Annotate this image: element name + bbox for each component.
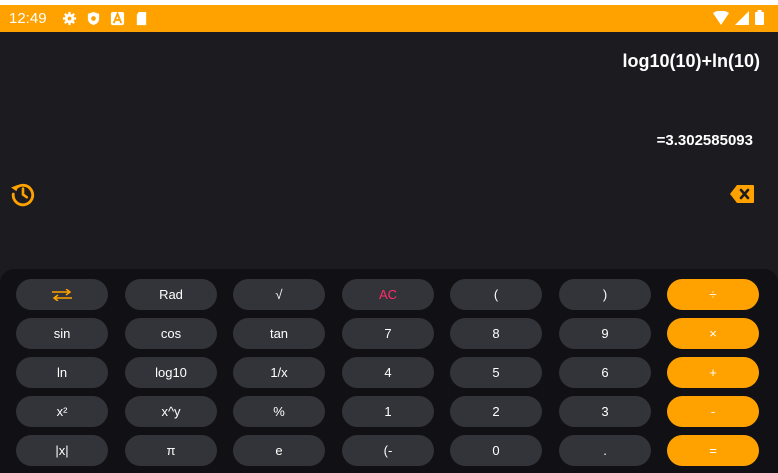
- signal-icon: [735, 10, 749, 25]
- gear-icon: [62, 11, 77, 26]
- digit-3-button[interactable]: 3: [559, 396, 651, 427]
- right-paren-button[interactable]: ): [559, 279, 651, 310]
- digit-8-button[interactable]: 8: [450, 318, 542, 349]
- swap-functions-button[interactable]: [16, 279, 108, 310]
- digit-0-button[interactable]: 0: [450, 435, 542, 466]
- digit-4-button[interactable]: 4: [342, 357, 434, 388]
- plus-button[interactable]: +: [667, 357, 759, 388]
- sd-card-icon: [136, 11, 147, 26]
- decimal-point-button[interactable]: .: [559, 435, 651, 466]
- abs-button[interactable]: |x|: [16, 435, 108, 466]
- e-button[interactable]: e: [233, 435, 325, 466]
- sin-button[interactable]: sin: [16, 318, 108, 349]
- square-button[interactable]: x²: [16, 396, 108, 427]
- swap-arrows-icon: [52, 288, 72, 301]
- digit-9-button[interactable]: 9: [559, 318, 651, 349]
- minus-button[interactable]: -: [667, 396, 759, 427]
- divide-button[interactable]: ÷: [667, 279, 759, 310]
- status-time: 12:49: [9, 10, 47, 27]
- digit-5-button[interactable]: 5: [450, 357, 542, 388]
- pi-button[interactable]: π: [125, 435, 217, 466]
- left-paren-button[interactable]: (: [450, 279, 542, 310]
- rad-button[interactable]: Rad: [125, 279, 217, 310]
- expression-display: log10(10)+ln(10): [622, 51, 760, 71]
- multiply-button[interactable]: ×: [667, 318, 759, 349]
- log10-button[interactable]: log10: [125, 357, 217, 388]
- backspace-icon[interactable]: [729, 184, 755, 204]
- status-bar: 12:49: [0, 5, 778, 32]
- result-display: =3.302585093: [656, 132, 753, 149]
- shield-icon: [87, 11, 100, 26]
- negate-button[interactable]: (-: [342, 435, 434, 466]
- digit-1-button[interactable]: 1: [342, 396, 434, 427]
- wifi-icon: [713, 10, 729, 25]
- digit-7-button[interactable]: 7: [342, 318, 434, 349]
- keypad: Rad √ AC ( ) ÷ sin cos tan 7 8 9 × ln lo…: [0, 269, 778, 473]
- inverse-button[interactable]: 1/x: [233, 357, 325, 388]
- ln-button[interactable]: ln: [16, 357, 108, 388]
- equals-button[interactable]: =: [667, 435, 759, 466]
- digit-6-button[interactable]: 6: [559, 357, 651, 388]
- tan-button[interactable]: tan: [233, 318, 325, 349]
- calculator-screen: 12:49 log10(10)+ln(10) =3.302585093 Rad …: [0, 5, 778, 473]
- sqrt-button[interactable]: √: [233, 279, 325, 310]
- history-icon[interactable]: [10, 181, 36, 207]
- digit-2-button[interactable]: 2: [450, 396, 542, 427]
- power-button[interactable]: x^y: [125, 396, 217, 427]
- battery-icon: [755, 10, 764, 25]
- cos-button[interactable]: cos: [125, 318, 217, 349]
- percent-button[interactable]: %: [233, 396, 325, 427]
- a-badge-icon: [110, 11, 125, 26]
- clear-button[interactable]: AC: [342, 279, 434, 310]
